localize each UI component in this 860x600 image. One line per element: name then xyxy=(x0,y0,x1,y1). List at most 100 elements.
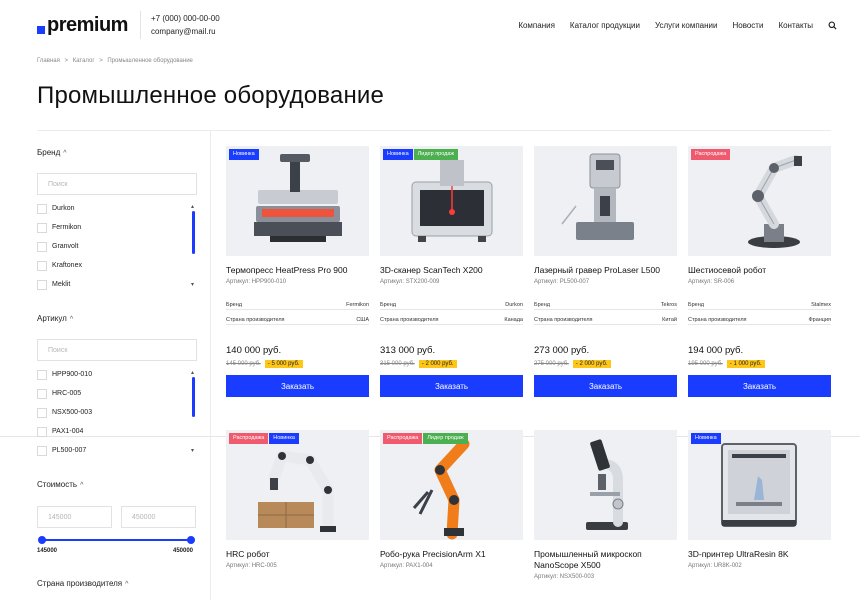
checkbox[interactable] xyxy=(37,369,47,380)
filter-brand-toggle[interactable]: Бренд ^ xyxy=(37,148,67,157)
article-option[interactable]: HPP900-010 xyxy=(37,365,197,384)
nav-item-services[interactable]: Услуги компании xyxy=(655,21,718,30)
nav-item-news[interactable]: Новости xyxy=(732,21,763,30)
product-name[interactable]: Шестиосевой робот xyxy=(688,265,831,276)
price-min-input[interactable]: 145000 xyxy=(37,506,112,528)
order-button[interactable]: Заказать xyxy=(534,375,677,397)
product-card[interactable]: Новинка Термопресс HeatPress Pro 900 Арт… xyxy=(226,146,369,397)
badge-bestseller: Лидер продаж xyxy=(413,149,459,160)
article-search-input[interactable]: Поиск xyxy=(37,339,197,361)
product-article: Артикул: NSX500-003 xyxy=(534,574,595,580)
product-name[interactable]: HRC робот xyxy=(226,549,369,560)
logo-text: premium xyxy=(47,13,128,36)
article-option[interactable]: HRC-005 xyxy=(37,384,197,403)
product-name[interactable]: Термопресс HeatPress Pro 900 xyxy=(226,265,369,276)
spec-label: Бренд xyxy=(380,302,396,308)
product-image[interactable]: Новинка xyxy=(688,430,831,540)
article-scrollbar[interactable] xyxy=(192,377,195,417)
article-list: HPP900-010 HRC-005 NSX500-003 PAX1-004 P… xyxy=(37,365,197,460)
phone-link[interactable]: +7 (000) 000-00-00 xyxy=(151,12,220,25)
product-article: Артикул: PL500-007 xyxy=(534,279,590,285)
price-range-max-handle[interactable] xyxy=(187,536,195,544)
article-option[interactable]: PAX1-004 xyxy=(37,422,197,441)
price-range-min-handle[interactable] xyxy=(38,536,46,544)
product-image[interactable]: Распродажа Новинка xyxy=(226,430,369,540)
product-image[interactable]: Распродажа xyxy=(688,146,831,256)
brand-option-label: Fermikon xyxy=(52,224,82,231)
checkbox[interactable] xyxy=(37,279,47,290)
checkbox[interactable] xyxy=(37,426,47,437)
product-image[interactable] xyxy=(534,146,677,256)
order-button[interactable]: Заказать xyxy=(688,375,831,397)
logo[interactable]: premium xyxy=(37,14,128,37)
nav-item-catalog[interactable]: Каталог продукции xyxy=(570,21,640,30)
product-card[interactable]: Распродажа Лидер продаж Робо-рука Precis… xyxy=(380,430,523,569)
brand-option[interactable]: Granvolt xyxy=(37,237,197,256)
breadcrumb-current: Промышленное оборудование xyxy=(107,58,193,64)
nav-item-contacts[interactable]: Контакты xyxy=(778,21,813,30)
price-range-max-label: 450000 xyxy=(173,548,194,554)
product-card[interactable]: Новинка 3D-принтер UltraResin 8K Артикул… xyxy=(688,430,831,569)
product-badges: Распродажа Лидер продаж xyxy=(383,433,468,444)
breadcrumb-catalog[interactable]: Каталог xyxy=(73,58,95,64)
filter-country-toggle[interactable]: Страна производителя ^ xyxy=(37,579,128,588)
product-card[interactable]: Новинка Лидер продаж 3D-сканер ScanTech … xyxy=(380,146,523,397)
checkbox[interactable] xyxy=(37,388,47,399)
article-option-label: PL500-007 xyxy=(52,447,87,454)
old-price: 145 000 руб. xyxy=(226,361,261,367)
main-nav: Компания Каталог продукции Услуги компан… xyxy=(518,21,837,30)
product-image[interactable]: Распродажа Лидер продаж xyxy=(380,430,523,540)
product-card[interactable]: Распродажа Шестиосевой робот Артикул: SR… xyxy=(688,146,831,397)
product-name[interactable]: 3D-принтер UltraResin 8K xyxy=(688,549,831,560)
nav-item-company[interactable]: Компания xyxy=(518,21,555,30)
filter-article-toggle[interactable]: Артикул ^ xyxy=(37,314,73,323)
product-card[interactable]: Распродажа Новинка HRC робот Артикул: HR… xyxy=(226,430,369,569)
badge-sale: Распродажа xyxy=(691,149,731,160)
brand-option[interactable]: Fermikon xyxy=(37,218,197,237)
product-name[interactable]: Промышленный микроскоп NanoScope X500 xyxy=(534,549,677,571)
email-link[interactable]: company@mail.ru xyxy=(151,25,220,38)
article-option-label: NSX500-003 xyxy=(52,409,93,416)
product-name[interactable]: Робо-рука PrecisionArm X1 xyxy=(380,549,523,560)
brand-scrollbar[interactable] xyxy=(192,211,195,254)
article-option[interactable]: PL500-007 xyxy=(37,441,197,460)
breadcrumb-home[interactable]: Главная xyxy=(37,58,60,64)
scroll-up-icon[interactable]: ▴ xyxy=(191,369,194,376)
scroll-up-icon[interactable]: ▴ xyxy=(191,203,194,210)
product-card[interactable]: Промышленный микроскоп NanoScope X500 Ар… xyxy=(534,430,677,580)
sidebar-divider xyxy=(210,131,211,600)
product-image[interactable] xyxy=(534,430,677,540)
breadcrumb-separator: > xyxy=(64,58,69,64)
product-badges: Распродажа Новинка xyxy=(229,433,299,444)
product-name[interactable]: Лазерный гравер ProLaser L500 xyxy=(534,265,677,276)
price-max-input[interactable]: 450000 xyxy=(121,506,196,528)
laser-engraver-illustration xyxy=(561,153,634,240)
checkbox[interactable] xyxy=(37,203,47,214)
product-name[interactable]: 3D-сканер ScanTech X200 xyxy=(380,265,523,276)
brand-search-input[interactable]: Поиск xyxy=(37,173,197,195)
price-range-track[interactable] xyxy=(41,539,191,541)
brand-option[interactable]: Durkon xyxy=(37,199,197,218)
scroll-down-icon[interactable]: ▾ xyxy=(191,281,194,288)
discount-badge: - 2 000 руб. xyxy=(418,360,457,368)
checkbox[interactable] xyxy=(37,445,47,456)
brand-option[interactable]: Meklit xyxy=(37,275,197,294)
order-button[interactable]: Заказать xyxy=(380,375,523,397)
brand-option-label: Granvolt xyxy=(52,243,79,250)
spec-value: США xyxy=(356,317,369,323)
product-image[interactable]: Новинка xyxy=(226,146,369,256)
product-badges: Распродажа xyxy=(691,149,731,160)
checkbox[interactable] xyxy=(37,260,47,271)
product-image[interactable]: Новинка Лидер продаж xyxy=(380,146,523,256)
search-icon[interactable] xyxy=(828,20,837,30)
product-card[interactable]: Лазерный гравер ProLaser L500 Артикул: P… xyxy=(534,146,677,397)
article-option[interactable]: NSX500-003 xyxy=(37,403,197,422)
order-button[interactable]: Заказать xyxy=(226,375,369,397)
brand-option[interactable]: Kraftonex xyxy=(37,256,197,275)
product-article: Артикул: SR-006 xyxy=(688,279,735,285)
checkbox[interactable] xyxy=(37,241,47,252)
filter-price-toggle[interactable]: Стоимость ^ xyxy=(37,480,83,489)
scroll-down-icon[interactable]: ▾ xyxy=(191,447,194,454)
checkbox[interactable] xyxy=(37,222,47,233)
checkbox[interactable] xyxy=(37,407,47,418)
